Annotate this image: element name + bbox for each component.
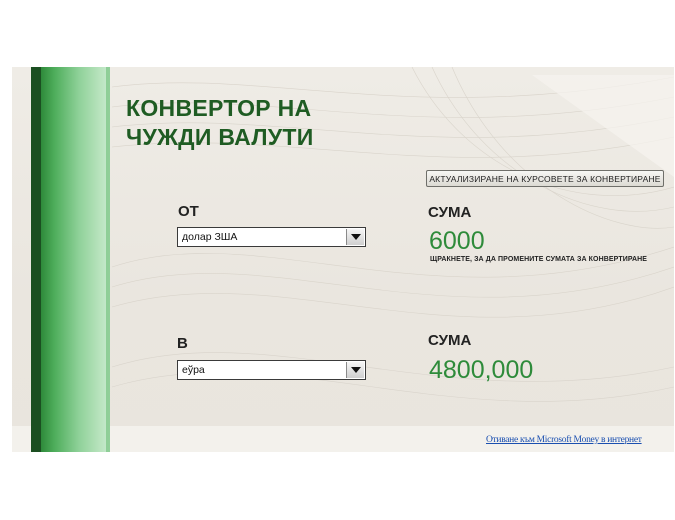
dropdown-button[interactable] xyxy=(346,362,364,378)
page-title: КОНВЕРТОР НА ЧУЖДИ ВАЛУТИ xyxy=(126,94,314,152)
title-line-2: ЧУЖДИ ВАЛУТИ xyxy=(126,124,314,150)
money-online-link[interactable]: Отиване към Microsoft Money в интернет xyxy=(486,435,642,445)
to-currency-value: еўра xyxy=(182,364,205,376)
amount-to-label: СУМА xyxy=(428,332,472,349)
side-stripe-dark xyxy=(31,67,41,452)
to-currency-select[interactable]: еўра xyxy=(177,360,366,380)
dropdown-button[interactable] xyxy=(346,229,364,245)
amount-from-label: СУМА xyxy=(428,204,472,221)
amount-from-value[interactable]: 6000 xyxy=(429,227,485,256)
chevron-down-icon xyxy=(351,234,361,240)
from-currency-value: долар ЗША xyxy=(182,231,238,243)
amount-hint: ЩРАКНЕТЕ, ЗА ДА ПРОМЕНИТЕ СУМАТА ЗА КОНВ… xyxy=(430,256,648,263)
update-rates-button[interactable]: АКТУАЛИЗИРАНЕ НА КУРСОВЕТЕ ЗА КОНВЕРТИРА… xyxy=(426,170,664,187)
amount-to-value: 4800,000 xyxy=(429,356,534,384)
chevron-down-icon xyxy=(351,367,361,373)
from-label: ОТ xyxy=(178,203,199,220)
side-stripe-light xyxy=(41,67,110,452)
from-currency-select[interactable]: долар ЗША xyxy=(177,227,366,247)
side-stripe-edge xyxy=(106,67,110,452)
title-line-1: КОНВЕРТОР НА xyxy=(126,95,312,121)
to-label: В xyxy=(177,335,188,352)
